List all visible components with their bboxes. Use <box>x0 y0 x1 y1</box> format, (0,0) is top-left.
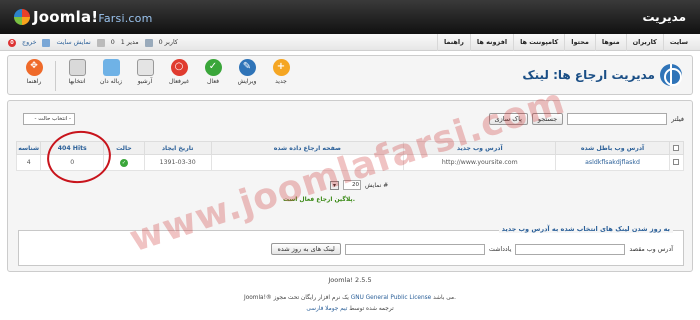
messages-icon <box>96 38 105 47</box>
target-url-label: آدرس وب مقصد <box>629 245 673 253</box>
menu-item-content[interactable]: محتوا <box>564 34 595 51</box>
update-links-button[interactable]: لینک های به روز شده <box>271 243 341 255</box>
trash-button[interactable]: زباله دان <box>95 59 127 91</box>
options-label: انتخابها <box>68 78 86 85</box>
unpublish-icon <box>170 59 188 76</box>
menu-item-users[interactable]: کاربران <box>625 34 663 51</box>
select-all-checkbox[interactable] <box>673 144 680 151</box>
menu-item-components[interactable]: کامپوننت ها <box>513 34 564 51</box>
translation-prefix: ترجمه شده توسط <box>349 306 394 312</box>
cell-id: 4 <box>15 154 42 171</box>
help-label: راهنما <box>26 78 42 85</box>
license-suffix: می باشد. <box>433 295 456 301</box>
cell-created: 1391-03-30 <box>143 154 212 171</box>
view-site-count: 0 <box>110 39 115 46</box>
trash-icon <box>102 59 120 76</box>
page-title: مدیریت ارجاع ها: لینک <box>522 64 682 86</box>
toolbar-buttons: راهنما انتخابها زباله دان آرشیو غیرفعال … <box>18 59 297 91</box>
users-count: 0 کاربر <box>158 39 178 46</box>
translation-line: ترجمه شده توسط تیم جوملا فارسی <box>0 306 700 312</box>
row-checkbox[interactable] <box>673 159 680 165</box>
view-site-icon <box>42 38 51 47</box>
toolbar: راهنما انتخابها زباله دان آرشیو غیرفعال … <box>7 55 693 95</box>
new-label: جدید <box>275 78 287 85</box>
unpublish-button[interactable]: غیرفعال <box>163 59 195 91</box>
publish-icon <box>204 59 222 76</box>
archive-icon <box>136 59 154 76</box>
redirect-icon <box>660 64 682 86</box>
menu-item-menus[interactable]: منوها <box>594 34 626 51</box>
menu-item-help[interactable]: راهنما <box>436 34 470 51</box>
filter-label: فیلتر <box>671 115 684 123</box>
trash-label: زباله دان <box>99 78 123 85</box>
note-label: یادداشت <box>488 245 512 253</box>
new-icon <box>272 59 290 76</box>
license-link[interactable]: GNU General Public License <box>351 295 431 301</box>
options-button[interactable]: انتخابها <box>61 59 93 91</box>
help-icon <box>25 59 43 76</box>
logo-text: Joomla! <box>33 8 99 26</box>
cell-checkbox[interactable] <box>668 154 685 171</box>
menu-item-site[interactable]: سایت <box>662 34 694 51</box>
cell-old-url[interactable]: asldkflsakdjflaskd <box>555 154 670 171</box>
site-title: مدیریت <box>642 10 686 24</box>
logout-icon: 0 <box>8 38 16 47</box>
note-input[interactable] <box>344 243 485 255</box>
publish-button[interactable]: فعال <box>197 59 229 91</box>
view-site-link[interactable]: نمایش سایت <box>56 39 90 46</box>
published-icon[interactable]: ✓ <box>119 158 128 167</box>
edit-button[interactable]: ویرایش <box>231 59 263 91</box>
state-select[interactable]: - انتخاب حالت - <box>23 113 75 125</box>
old-url-link[interactable]: asldkflsakdjflaskd <box>585 159 640 166</box>
archive-label: آرشیو <box>137 78 153 85</box>
edit-label: ویرایش <box>237 78 257 85</box>
options-icon <box>68 59 86 76</box>
publish-label: فعال <box>207 78 219 85</box>
col-created[interactable]: تاریخ ایجاد <box>143 141 212 155</box>
update-form: آدرس وب مقصد یادداشت لینک های به روز شده <box>271 243 673 255</box>
update-legend: به روز شدن لینک های انتخاب شده به آدرس و… <box>498 225 673 233</box>
col-id[interactable]: شناسه <box>15 141 42 155</box>
joomla-logo[interactable]: Joomla!Farsi.com <box>14 8 153 26</box>
main-menu: سایت کاربران منوها محتوا کامپوننت ها افز… <box>436 34 694 51</box>
users-icon <box>144 38 153 47</box>
help-button[interactable]: راهنما <box>18 59 50 91</box>
version-text: Joomla! 2.5.5 <box>328 276 372 284</box>
unpublish-label: غیرفعال <box>168 78 190 85</box>
target-url-input[interactable] <box>515 243 626 255</box>
new-button[interactable]: جدید <box>265 59 297 91</box>
logout-link[interactable]: خروج <box>22 39 36 46</box>
joomla-logo-icon <box>14 9 30 25</box>
col-select-all[interactable] <box>668 141 685 155</box>
col-old-url[interactable]: آدرس وب باطل شده <box>555 141 670 155</box>
page-title-text: مدیریت ارجاع ها: لینک <box>522 68 655 82</box>
update-links-fieldset: به روز شدن لینک های انتخاب شده به آدرس و… <box>18 225 684 266</box>
top-header: Joomla!Farsi.com مدیریت <box>0 0 700 34</box>
archive-button[interactable]: آرشیو <box>129 59 161 91</box>
filter-input[interactable] <box>567 113 668 125</box>
toolbar-divider <box>55 61 56 91</box>
license-prefix: Joomla!® یک نرم افزار رایگان تحت مجوز <box>244 295 349 301</box>
translation-link[interactable]: تیم جوملا فارسی <box>306 306 347 312</box>
admins-count: 1 مدیر <box>120 39 139 46</box>
logo-suffix: Farsi.com <box>98 12 153 25</box>
status-bar: 0 خروج نمایش سایت 0 1 مدیر 0 کاربر <box>8 34 178 51</box>
menu-bar: سایت کاربران منوها محتوا کامپوننت ها افز… <box>0 34 700 51</box>
license-line: Joomla!® یک نرم افزار رایگان تحت مجوز GN… <box>0 295 700 301</box>
menu-item-extensions[interactable]: افزونه ها <box>469 34 513 51</box>
edit-icon <box>238 59 256 76</box>
